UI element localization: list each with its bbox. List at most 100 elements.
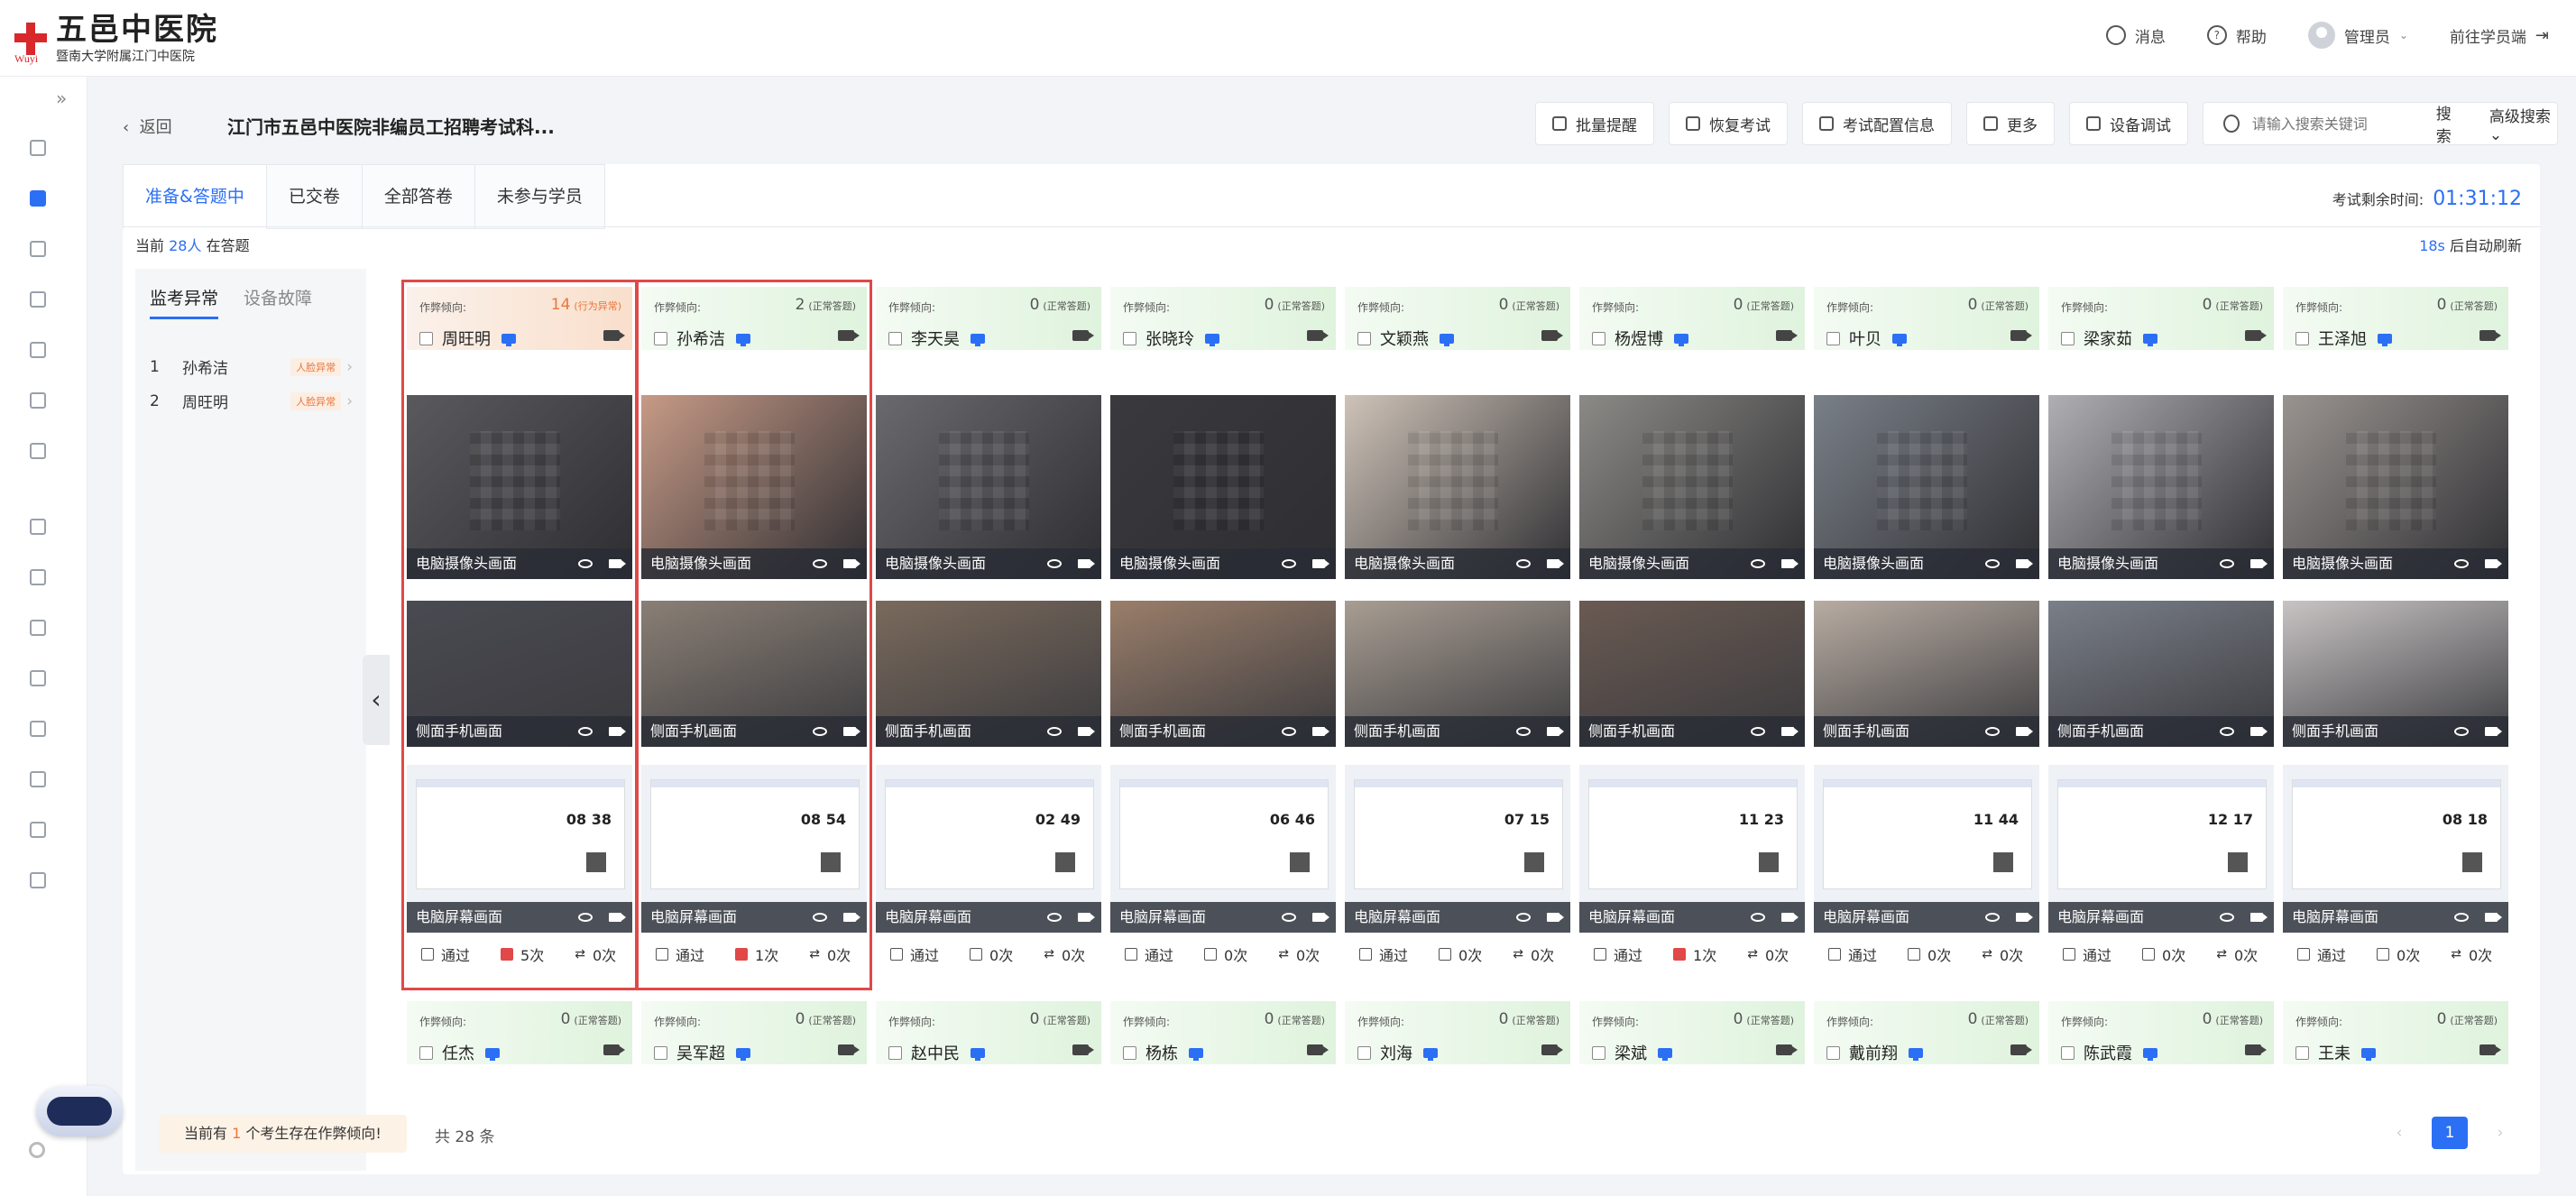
video-camera-icon[interactable] xyxy=(2010,330,2032,341)
advanced-search-button[interactable]: 高级搜索 ⌄ xyxy=(2489,104,2557,144)
video-icon[interactable] xyxy=(2250,559,2268,568)
video-camera-icon[interactable] xyxy=(2010,1044,2032,1055)
tab-submitted[interactable]: 已交卷 xyxy=(266,164,363,229)
camera-feed[interactable]: 电脑摄像头画面 xyxy=(1814,395,2039,579)
video-icon[interactable] xyxy=(2485,913,2502,922)
eye-icon[interactable] xyxy=(1516,913,1531,922)
select-checkbox[interactable] xyxy=(1592,1045,1605,1060)
eye-icon[interactable] xyxy=(1282,559,1296,568)
video-camera-icon[interactable] xyxy=(2479,330,2501,341)
video-camera-icon[interactable] xyxy=(1307,330,1329,341)
eye-icon[interactable] xyxy=(1516,559,1531,568)
select-checkbox[interactable] xyxy=(1592,331,1605,345)
phone-feed[interactable]: 侧面手机画面 xyxy=(2283,601,2508,747)
select-checkbox[interactable] xyxy=(2295,331,2309,345)
phone-feed[interactable]: 侧面手机画面 xyxy=(1814,601,2039,747)
candidate-card[interactable]: 作弊倾向: 0 (正常答题) 任杰 xyxy=(407,1001,632,1091)
video-camera-icon[interactable] xyxy=(603,1044,625,1055)
candidate-card[interactable]: 作弊倾向: 0 (正常答题) 杨栋 xyxy=(1110,1001,1336,1091)
share-icon[interactable] xyxy=(30,392,46,409)
back-button[interactable]: ‹ 返回 xyxy=(123,115,172,138)
video-icon[interactable] xyxy=(1312,559,1329,568)
screen-feed[interactable]: 08 18 电脑屏幕画面 xyxy=(2283,765,2508,933)
candidate-card[interactable]: 作弊倾向: 0 (正常答题) 王泽旭 电脑摄像头画面 侧面手机画面 08 18 电脑屏幕画面通… xyxy=(2283,287,2508,990)
video-icon[interactable] xyxy=(1781,727,1799,736)
eye-icon[interactable] xyxy=(1047,727,1062,736)
video-icon[interactable] xyxy=(2485,727,2502,736)
screen-feed[interactable]: 02 49 电脑屏幕画面 xyxy=(876,765,1101,933)
eye-icon[interactable] xyxy=(2220,913,2234,922)
clipboard-icon[interactable] xyxy=(30,241,46,257)
video-icon[interactable] xyxy=(1078,559,1095,568)
book-icon[interactable] xyxy=(30,342,46,358)
candidate-card[interactable]: 作弊倾向: 0 (正常答题) 戴前翔 xyxy=(1814,1001,2039,1091)
page-number[interactable]: 1 xyxy=(2432,1117,2468,1149)
hospital-logo[interactable]: 五邑中医院 暨南大学附属江门中医院 Wuyi xyxy=(14,13,218,65)
video-camera-icon[interactable] xyxy=(1776,1044,1798,1055)
video-icon[interactable] xyxy=(2016,727,2033,736)
candidate-card[interactable]: 作弊倾向: 0 (正常答题) 张晓玲 电脑摄像头画面 侧面手机画面 06 46 电脑屏幕画面通… xyxy=(1110,287,1336,990)
eye-icon[interactable] xyxy=(1751,559,1765,568)
camera-feed[interactable]: 电脑摄像头画面 xyxy=(1579,395,1805,579)
video-icon[interactable] xyxy=(1781,913,1799,922)
help-link[interactable]: ? 帮助 xyxy=(2206,24,2267,47)
eye-icon[interactable] xyxy=(2454,913,2469,922)
candidate-card[interactable]: 作弊倾向: 0 (正常答题) 梁斌 xyxy=(1579,1001,1805,1091)
screen-feed[interactable]: 06 46 电脑屏幕画面 xyxy=(1110,765,1336,933)
video-camera-icon[interactable] xyxy=(1541,1044,1563,1055)
tab-proctor-anomaly[interactable]: 监考异常 xyxy=(150,285,219,319)
video-camera-icon[interactable] xyxy=(2245,330,2267,341)
select-checkbox[interactable] xyxy=(1123,1045,1136,1060)
candidate-card[interactable]: 作弊倾向: 0 (正常答题) 王耒 xyxy=(2283,1001,2508,1091)
video-icon[interactable] xyxy=(2250,727,2268,736)
eye-icon[interactable] xyxy=(1751,913,1765,922)
video-icon[interactable] xyxy=(2485,559,2502,568)
eye-icon[interactable] xyxy=(2220,559,2234,568)
select-checkbox[interactable] xyxy=(2061,331,2075,345)
batch-remind-button[interactable]: 批量提醒 xyxy=(1535,102,1654,145)
eye-icon[interactable] xyxy=(2454,559,2469,568)
collapse-icon[interactable]: » xyxy=(56,87,67,109)
user-menu[interactable]: 管理员 ⌄ xyxy=(2307,22,2408,49)
video-camera-icon[interactable] xyxy=(1072,330,1094,341)
stamp-icon[interactable] xyxy=(30,291,46,308)
select-checkbox[interactable] xyxy=(1826,1045,1840,1060)
eye-icon[interactable] xyxy=(2220,727,2234,736)
video-icon[interactable] xyxy=(1312,913,1329,922)
file-icon[interactable] xyxy=(30,670,46,686)
select-checkbox[interactable] xyxy=(1826,331,1840,345)
eye-icon[interactable] xyxy=(1047,913,1062,922)
resume-exam-button[interactable]: 恢复考试 xyxy=(1669,102,1788,145)
eye-icon[interactable] xyxy=(1985,559,2000,568)
gear-icon[interactable] xyxy=(29,1142,45,1158)
phone-feed[interactable]: 侧面手机画面 xyxy=(876,601,1101,747)
candidate-card[interactable]: 作弊倾向: 0 (正常答题) 陈武霞 xyxy=(2048,1001,2274,1091)
select-checkbox[interactable] xyxy=(1357,1045,1371,1060)
screen-feed[interactable]: 11 44 电脑屏幕画面 xyxy=(1814,765,2039,933)
screen-feed[interactable]: 07 15 电脑屏幕画面 xyxy=(1345,765,1570,933)
screen-feed[interactable]: 11 23 电脑屏幕画面 xyxy=(1579,765,1805,933)
candidate-card[interactable]: 作弊倾向: 0 (正常答题) 梁家茹 电脑摄像头画面 侧面手机画面 12 17 电脑屏幕画面通… xyxy=(2048,287,2274,990)
phone-feed[interactable]: 侧面手机画面 xyxy=(1110,601,1336,747)
phone-feed[interactable]: 侧面手机画面 xyxy=(2048,601,2274,747)
video-camera-icon[interactable] xyxy=(838,1044,860,1055)
users-icon[interactable] xyxy=(30,721,46,737)
eye-icon[interactable] xyxy=(1985,913,2000,922)
messages-link[interactable]: 消息 xyxy=(2105,24,2166,47)
settings-icon[interactable] xyxy=(30,569,46,585)
select-checkbox[interactable] xyxy=(419,1045,433,1060)
next-page-button[interactable]: › xyxy=(2482,1117,2518,1149)
select-checkbox[interactable] xyxy=(1123,331,1136,345)
video-icon[interactable] xyxy=(2016,559,2033,568)
select-checkbox[interactable] xyxy=(2061,1045,2075,1060)
device-debug-button[interactable]: 设备调试 xyxy=(2069,102,2188,145)
candidate-card[interactable]: 作弊倾向: 0 (正常答题) 刘海 xyxy=(1345,1001,1570,1091)
select-checkbox[interactable] xyxy=(654,1045,667,1060)
video-icon[interactable] xyxy=(1547,913,1564,922)
eye-icon[interactable] xyxy=(1751,727,1765,736)
search-input[interactable] xyxy=(2249,114,2416,133)
phone-feed[interactable]: 侧面手机画面 xyxy=(1579,601,1805,747)
screen-feed[interactable]: 12 17 电脑屏幕画面 xyxy=(2048,765,2274,933)
video-camera-icon[interactable] xyxy=(1776,330,1798,341)
video-icon[interactable] xyxy=(1312,727,1329,736)
